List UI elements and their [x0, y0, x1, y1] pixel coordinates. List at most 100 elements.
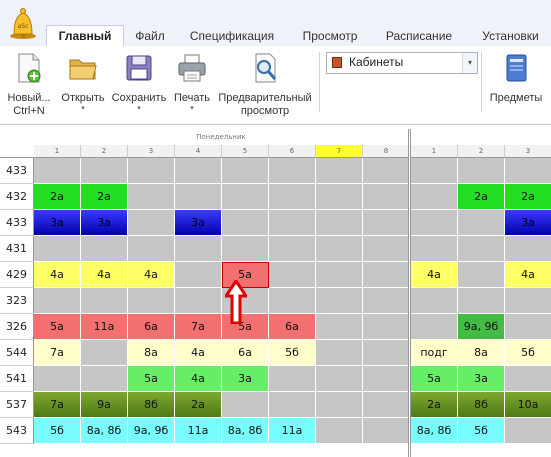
- empty-slot[interactable]: [175, 184, 222, 210]
- empty-slot[interactable]: [269, 158, 316, 184]
- empty-slot[interactable]: [128, 236, 175, 262]
- empty-slot[interactable]: [316, 340, 363, 366]
- print-preview-button[interactable]: Предварительный просмотр: [214, 46, 316, 120]
- empty-slot[interactable]: [316, 236, 363, 262]
- classroom-label[interactable]: 429: [0, 262, 34, 288]
- lesson-card[interactable]: 4а: [81, 262, 128, 288]
- empty-slot[interactable]: [34, 158, 81, 184]
- classroom-label[interactable]: 433: [0, 158, 34, 184]
- tab-schedule[interactable]: Расписание: [376, 26, 462, 46]
- period-header[interactable]: 2: [81, 145, 128, 157]
- tab-view[interactable]: Просмотр: [292, 26, 368, 46]
- print-button[interactable]: Печать ▾: [170, 46, 214, 120]
- tab-file[interactable]: Файл: [128, 26, 172, 46]
- empty-slot[interactable]: [269, 392, 316, 418]
- empty-slot[interactable]: [269, 262, 316, 288]
- empty-slot[interactable]: [458, 262, 505, 288]
- period-header[interactable]: 8: [363, 145, 410, 157]
- empty-slot[interactable]: [458, 288, 505, 314]
- lesson-card[interactable]: 3а: [458, 366, 505, 392]
- lesson-card[interactable]: 5б: [505, 340, 551, 366]
- empty-slot[interactable]: [34, 288, 81, 314]
- empty-slot[interactable]: [411, 184, 458, 210]
- empty-slot[interactable]: [269, 366, 316, 392]
- empty-slot[interactable]: [222, 158, 269, 184]
- empty-slot[interactable]: [363, 418, 410, 444]
- empty-slot[interactable]: [411, 236, 458, 262]
- lesson-card[interactable]: 6а: [222, 340, 269, 366]
- empty-slot[interactable]: [316, 392, 363, 418]
- view-type-combo[interactable]: Кабинеты ▾: [326, 52, 478, 74]
- lesson-card[interactable]: 3а: [81, 210, 128, 236]
- tab-specification[interactable]: Спецификация: [180, 26, 284, 46]
- tab-settings[interactable]: Установки: [470, 26, 551, 46]
- lesson-card[interactable]: 6а: [269, 314, 316, 340]
- empty-slot[interactable]: [316, 262, 363, 288]
- save-button[interactable]: Сохранить ▾: [110, 46, 168, 120]
- empty-slot[interactable]: [363, 210, 410, 236]
- empty-slot[interactable]: [363, 392, 410, 418]
- empty-slot[interactable]: [505, 314, 551, 340]
- empty-slot[interactable]: [411, 158, 458, 184]
- empty-slot[interactable]: [363, 340, 410, 366]
- empty-slot[interactable]: [175, 236, 222, 262]
- lesson-card[interactable]: 10а: [505, 392, 551, 418]
- classroom-label[interactable]: 433: [0, 210, 34, 236]
- empty-slot[interactable]: [222, 210, 269, 236]
- lesson-card[interactable]: 9а, 9б: [458, 314, 505, 340]
- period-header[interactable]: 4: [175, 145, 222, 157]
- lesson-card[interactable]: 4а: [34, 262, 81, 288]
- empty-slot[interactable]: [505, 236, 551, 262]
- empty-slot[interactable]: [269, 184, 316, 210]
- lesson-card[interactable]: 4а: [128, 262, 175, 288]
- lesson-card[interactable]: 3а: [505, 210, 551, 236]
- empty-slot[interactable]: [363, 366, 410, 392]
- lesson-card[interactable]: 8б: [458, 392, 505, 418]
- lesson-card[interactable]: 8а, 8б: [222, 418, 269, 444]
- lesson-card[interactable]: 4а: [505, 262, 551, 288]
- lesson-card[interactable]: 2а: [34, 184, 81, 210]
- empty-slot[interactable]: [128, 184, 175, 210]
- lesson-card[interactable]: 5б: [458, 418, 505, 444]
- lesson-card[interactable]: 8а, 8б: [81, 418, 128, 444]
- lesson-card[interactable]: 8а, 8б: [411, 418, 458, 444]
- empty-slot[interactable]: [363, 184, 410, 210]
- period-header[interactable]: 1: [34, 145, 81, 157]
- lesson-card[interactable]: 8а: [458, 340, 505, 366]
- print-dropdown-marker[interactable]: ▾: [170, 104, 214, 112]
- lesson-card[interactable]: 7а: [34, 340, 81, 366]
- empty-slot[interactable]: [81, 288, 128, 314]
- empty-slot[interactable]: [363, 262, 410, 288]
- lesson-card[interactable]: 4а: [175, 340, 222, 366]
- empty-slot[interactable]: [175, 158, 222, 184]
- classroom-label[interactable]: 3262: [0, 314, 35, 344]
- empty-slot[interactable]: [128, 210, 175, 236]
- empty-slot[interactable]: [316, 158, 363, 184]
- chevron-down-icon[interactable]: ▾: [462, 53, 477, 73]
- bell-app-icon[interactable]: aSc: [6, 6, 40, 40]
- empty-slot[interactable]: [175, 288, 222, 314]
- lesson-card[interactable]: 4а: [411, 262, 458, 288]
- period-header[interactable]: 2: [458, 145, 505, 157]
- lesson-card[interactable]: 5а: [34, 314, 81, 340]
- classroom-label[interactable]: 323: [0, 288, 34, 314]
- period-header[interactable]: 6: [269, 145, 316, 157]
- lesson-card[interactable]: подг: [411, 340, 458, 366]
- empty-slot[interactable]: [411, 314, 458, 340]
- empty-slot[interactable]: [316, 418, 363, 444]
- period-header[interactable]: 3: [128, 145, 175, 157]
- empty-slot[interactable]: [458, 210, 505, 236]
- period-header[interactable]: 3: [505, 145, 551, 157]
- empty-slot[interactable]: [128, 288, 175, 314]
- empty-slot[interactable]: [222, 184, 269, 210]
- open-button[interactable]: Открыть ▾: [58, 46, 108, 120]
- empty-slot[interactable]: [363, 314, 410, 340]
- lesson-card[interactable]: 2а: [458, 184, 505, 210]
- lesson-card[interactable]: 5б: [269, 340, 316, 366]
- empty-slot[interactable]: [269, 236, 316, 262]
- classroom-label[interactable]: 541: [0, 366, 34, 392]
- lesson-card[interactable]: 5б: [34, 418, 81, 444]
- period-header[interactable]: 7: [316, 145, 363, 157]
- lesson-card[interactable]: 5а: [411, 366, 458, 392]
- save-dropdown-marker[interactable]: ▾: [110, 104, 168, 112]
